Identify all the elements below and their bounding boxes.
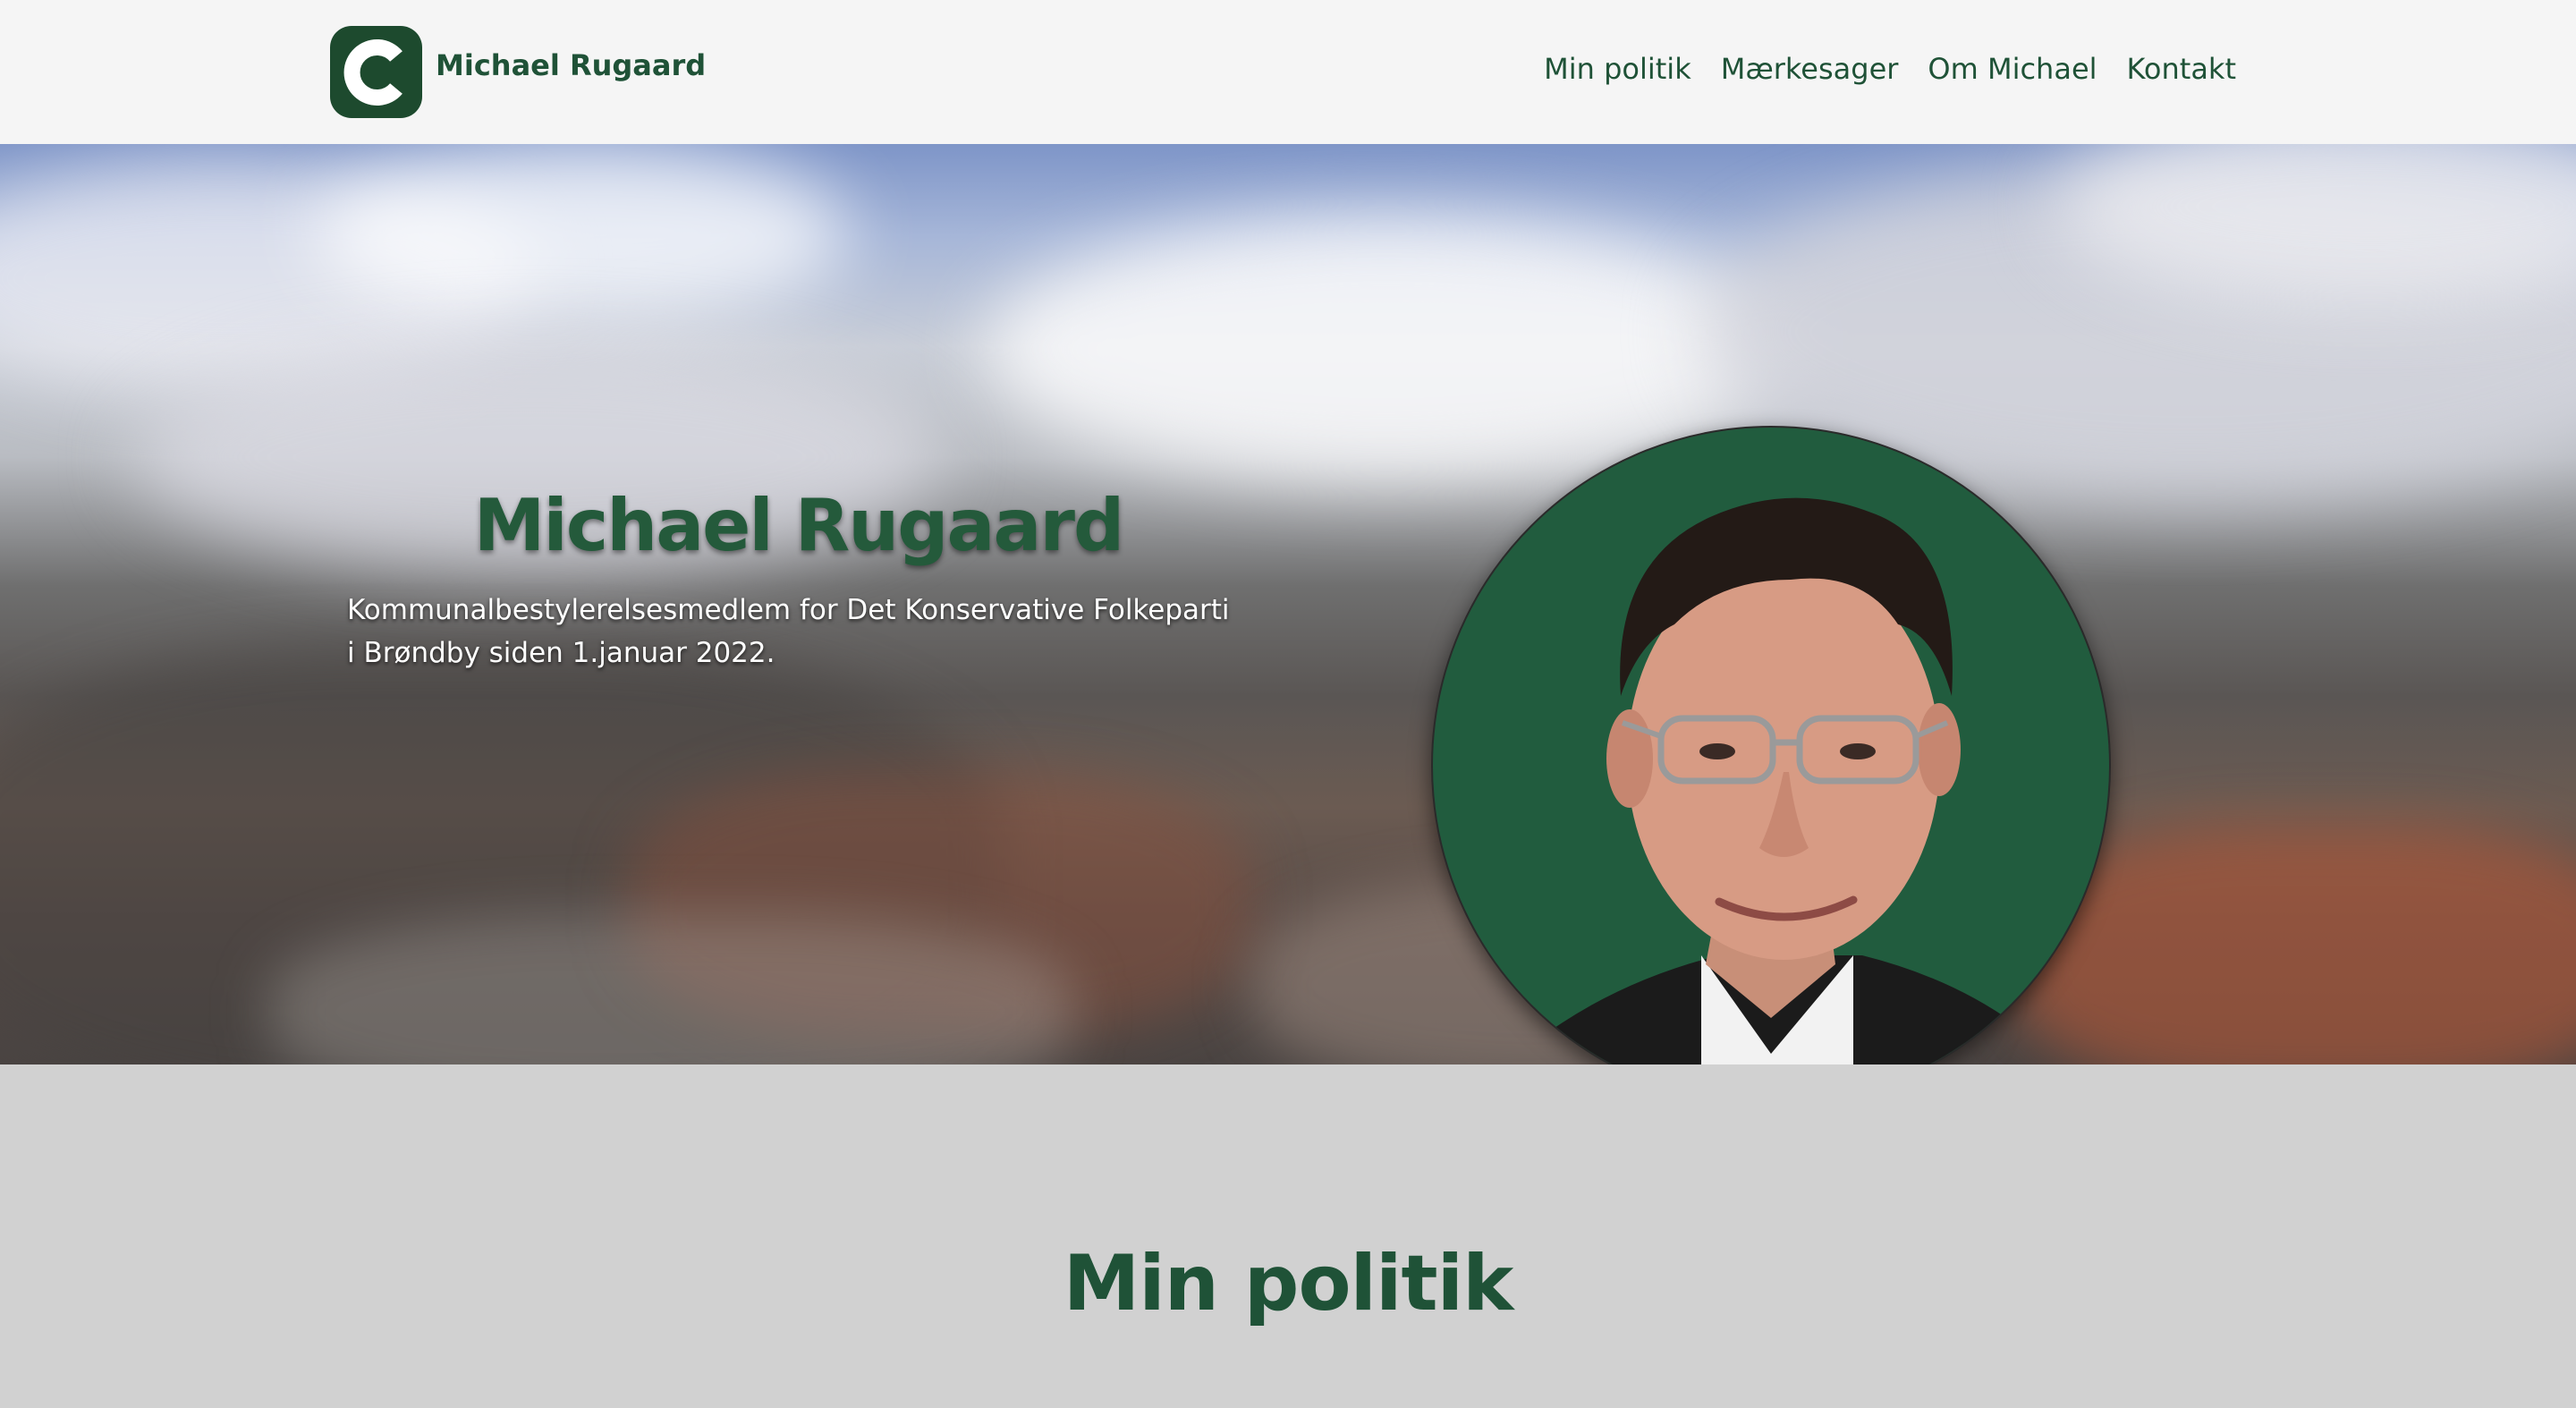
party-logo[interactable]: [330, 26, 422, 118]
nav-min-politik[interactable]: Min politik: [1544, 52, 1691, 86]
nav-maerkesager[interactable]: Mærkesager: [1721, 52, 1899, 86]
party-c-logo-icon: [343, 38, 402, 106]
hero-title: Michael Rugaard: [473, 484, 1124, 567]
background-city: [268, 913, 1073, 1064]
section-title-min-politik: Min politik: [1063, 1239, 1514, 1328]
brand-name[interactable]: Michael Rugaard: [436, 48, 706, 82]
portrait-photo: [1431, 426, 2111, 1064]
hero-banner: Michael Rugaard Kommunalbestylerelsesmed…: [0, 144, 2576, 1064]
nav-om-michael[interactable]: Om Michael: [1928, 52, 2097, 86]
background-cloud: [313, 144, 850, 323]
portrait-person-illustration: [1522, 497, 2047, 1064]
hero-subtitle: Kommunalbestylerelsesmedlem for Det Kons…: [347, 594, 1230, 669]
nav-kontakt[interactable]: Kontakt: [2127, 52, 2236, 86]
main-nav: Min politik Mærkesager Om Michael Kontak…: [1544, 52, 2236, 86]
site-header: Michael Rugaard Min politik Mærkesager O…: [0, 0, 2576, 144]
